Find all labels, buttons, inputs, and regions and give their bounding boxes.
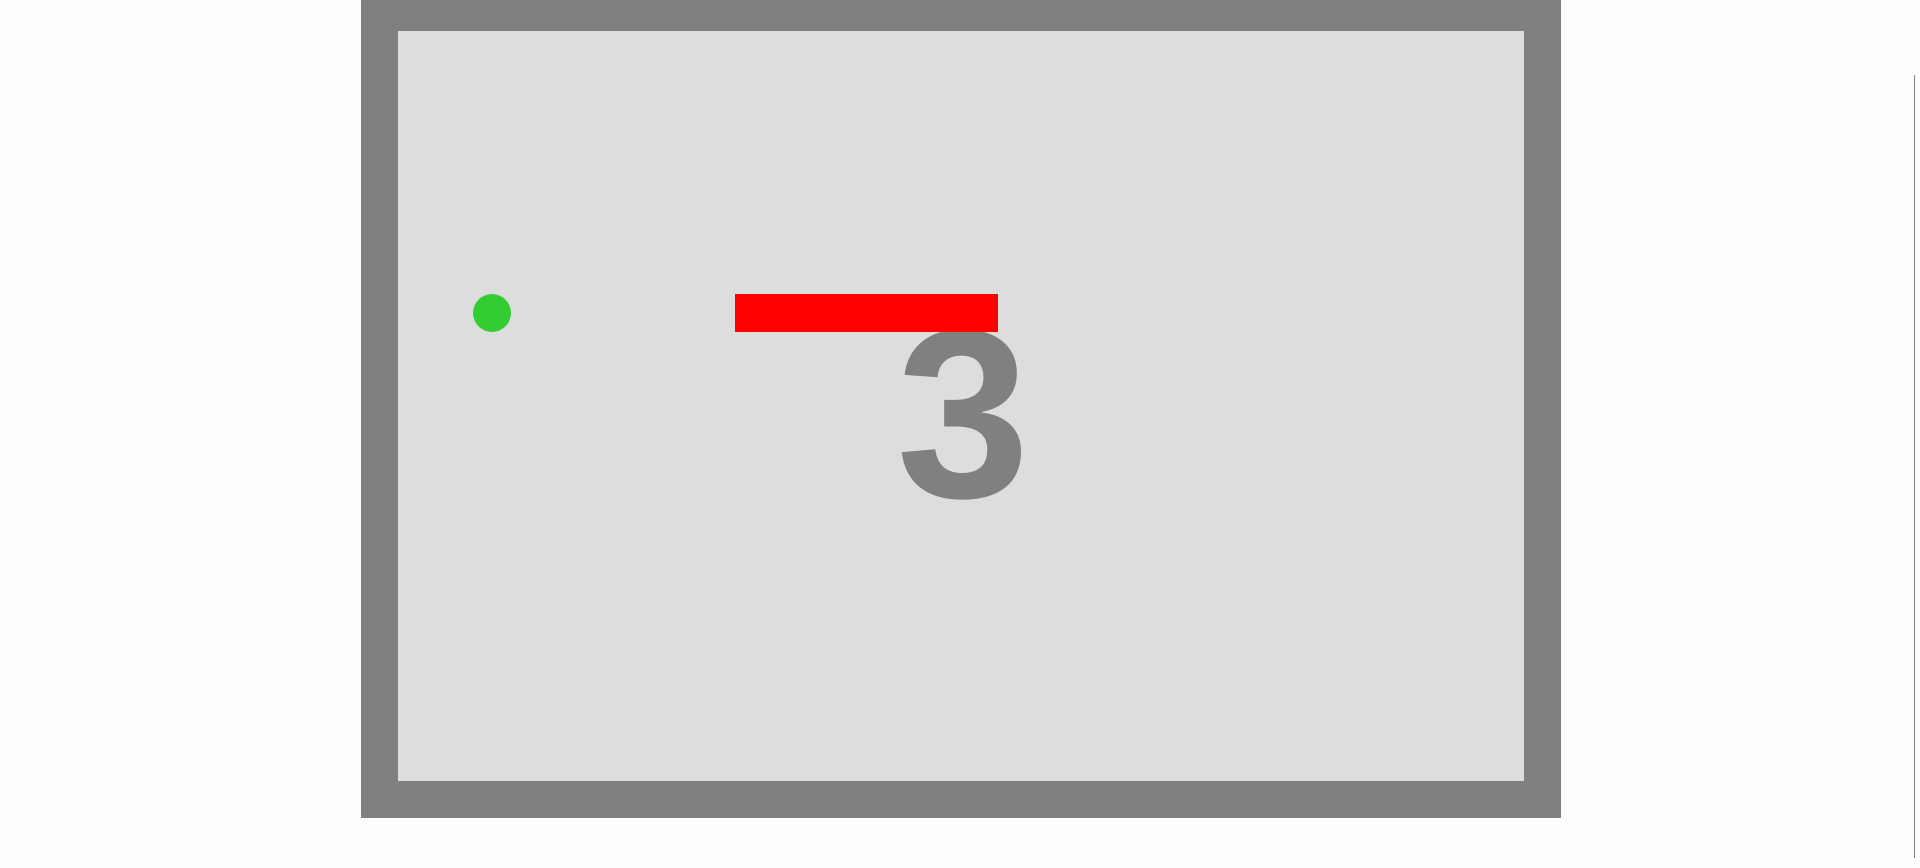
game-frame: 3 [361,0,1561,818]
game-board[interactable]: 3 [398,31,1524,781]
paddle[interactable] [735,294,998,332]
right-edge-divider [1914,75,1915,858]
page: 3 [0,0,1920,868]
ball [473,294,511,332]
